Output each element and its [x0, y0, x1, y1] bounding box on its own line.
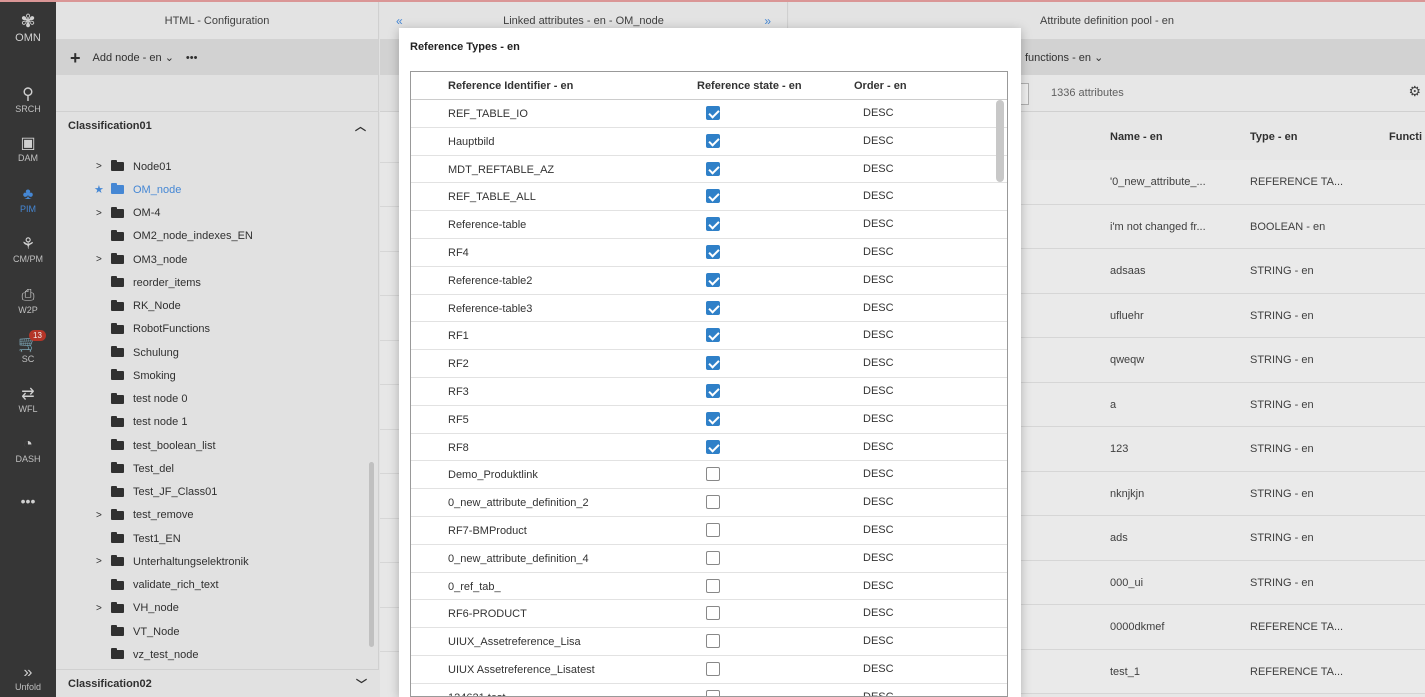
table-row[interactable]: RF8 DESC: [411, 434, 1007, 462]
table-row[interactable]: UIUX_Assetreference_Lisa DESC: [411, 628, 1007, 656]
reference-state-checkbox[interactable]: [706, 189, 720, 204]
order-value: DESC: [863, 301, 894, 314]
reference-state-checkbox[interactable]: [706, 133, 720, 148]
reference-state-checkbox[interactable]: [706, 606, 720, 621]
reference-identifier: RF7-BMProduct: [448, 524, 527, 537]
reference-identifier: 0_new_attribute_definition_2: [448, 497, 589, 510]
table-row[interactable]: MDT_REFTABLE_AZ DESC: [411, 156, 1007, 184]
order-value: DESC: [863, 273, 894, 286]
reference-state-checkbox[interactable]: [706, 495, 720, 510]
table-row[interactable]: Hauptbild DESC: [411, 128, 1007, 156]
order-value: DESC: [863, 329, 894, 342]
reference-identifier: Reference-table2: [448, 274, 533, 287]
table-row[interactable]: 0_ref_tab_ DESC: [411, 573, 1007, 601]
order-value: DESC: [863, 107, 894, 119]
reference-state-checkbox[interactable]: [706, 217, 720, 232]
order-value: DESC: [863, 190, 894, 203]
table-row[interactable]: REF_TABLE_ALL DESC: [411, 183, 1007, 212]
reference-identifier: UIUX Assetreference_Lisatest: [448, 663, 595, 676]
reference-state-checkbox[interactable]: [706, 689, 720, 696]
table-row[interactable]: UIUX Assetreference_Lisatest DESC: [411, 656, 1007, 684]
reference-state-checkbox[interactable]: [706, 411, 720, 426]
reference-state-checkbox[interactable]: [706, 272, 720, 287]
reference-state-checkbox[interactable]: [706, 244, 720, 259]
reference-identifier: REF_TABLE_ALL: [448, 191, 536, 204]
reference-identifier: 124621 test: [448, 692, 506, 696]
reference-state-checkbox[interactable]: [706, 661, 720, 676]
reference-identifier: RF1: [448, 330, 469, 343]
order-value: DESC: [863, 162, 894, 175]
reference-state-checkbox[interactable]: [706, 161, 720, 176]
reference-identifier: RF8: [448, 441, 469, 454]
table-row[interactable]: REF_TABLE_IO DESC: [411, 100, 1007, 128]
reference-identifier: 0_ref_tab_: [448, 580, 501, 593]
table-row[interactable]: RF1 DESC: [411, 322, 1007, 351]
table-row[interactable]: RF4 DESC: [411, 239, 1007, 267]
table-row[interactable]: Reference-table3 DESC: [411, 295, 1007, 323]
reference-state-checkbox[interactable]: [706, 522, 720, 537]
reference-state-checkbox[interactable]: [706, 356, 720, 371]
reference-types-dialog: Reference Types - en Reference Identifie…: [399, 28, 1021, 697]
reference-identifier: RF3: [448, 385, 469, 398]
order-value: DESC: [863, 357, 894, 370]
table-row[interactable]: RF5 DESC: [411, 406, 1007, 434]
reference-identifier: Reference-table3: [448, 302, 533, 315]
order-value: DESC: [863, 690, 894, 697]
reference-identifier: Demo_Produktlink: [448, 469, 538, 482]
reference-identifier: RF6-PRODUCT: [448, 608, 527, 621]
table-row[interactable]: RF6-PRODUCT DESC: [411, 600, 1007, 629]
reference-identifier: 0_new_attribute_definition_4: [448, 552, 589, 565]
reference-types-table: Reference Identifier - en Reference stat…: [410, 71, 1008, 697]
dialog-title: Reference Types - en: [410, 41, 520, 53]
table-row[interactable]: 0_new_attribute_definition_4 DESC: [411, 545, 1007, 573]
table-row[interactable]: Reference-table DESC: [411, 211, 1007, 239]
order-value: DESC: [863, 607, 894, 620]
table-row[interactable]: 0_new_attribute_definition_2 DESC: [411, 489, 1007, 517]
order-value: DESC: [863, 635, 894, 648]
order-value: DESC: [863, 523, 894, 536]
table-row[interactable]: RF3 DESC: [411, 378, 1007, 406]
order-value: DESC: [863, 134, 894, 147]
order-value: DESC: [863, 218, 894, 231]
reference-identifier: REF_TABLE_IO: [448, 108, 528, 120]
reference-identifier: Hauptbild: [448, 135, 495, 148]
order-value: DESC: [863, 468, 894, 481]
table-row[interactable]: RF2 DESC: [411, 350, 1007, 378]
reference-identifier: Reference-table: [448, 219, 527, 232]
order-value: DESC: [863, 440, 894, 453]
reference-identifier: RF5: [448, 413, 469, 426]
column-header-state[interactable]: Reference state - en: [697, 80, 802, 92]
reference-table-body: REF_TABLE_IO DESC Hauptbild DESC MDT_REFTABL…: [411, 100, 1007, 697]
reference-state-checkbox[interactable]: [706, 550, 720, 565]
column-header-order[interactable]: Order - en: [854, 80, 907, 92]
order-value: DESC: [863, 412, 894, 425]
reference-state-checkbox[interactable]: [706, 300, 720, 315]
table-row[interactable]: Reference-table2 DESC: [411, 267, 1007, 295]
reference-state-checkbox[interactable]: [706, 634, 720, 649]
table-row[interactable]: RF7-BMProduct DESC: [411, 517, 1007, 545]
order-value: DESC: [863, 579, 894, 592]
column-header-identifier[interactable]: Reference Identifier - en: [448, 80, 573, 92]
reference-state-checkbox[interactable]: [706, 467, 720, 482]
reference-state-checkbox[interactable]: [706, 106, 720, 120]
table-row[interactable]: 124621 test DESC: [411, 684, 1007, 697]
order-value: DESC: [863, 551, 894, 564]
reference-state-checkbox[interactable]: [706, 578, 720, 593]
order-value: DESC: [863, 662, 894, 675]
order-value: DESC: [863, 496, 894, 509]
order-value: DESC: [863, 384, 894, 397]
table-row[interactable]: Demo_Produktlink DESC: [411, 461, 1007, 490]
reference-identifier: RF4: [448, 246, 469, 259]
reference-state-checkbox[interactable]: [706, 439, 720, 454]
reference-state-checkbox[interactable]: [706, 383, 720, 398]
dialog-scrollbar[interactable]: [996, 100, 1004, 182]
reference-identifier: RF2: [448, 358, 469, 371]
reference-identifier: UIUX_Assetreference_Lisa: [448, 636, 581, 649]
reference-state-checkbox[interactable]: [706, 328, 720, 343]
reference-table-header: Reference Identifier - en Reference stat…: [411, 72, 1007, 100]
order-value: DESC: [863, 245, 894, 258]
reference-identifier: MDT_REFTABLE_AZ: [448, 163, 555, 176]
